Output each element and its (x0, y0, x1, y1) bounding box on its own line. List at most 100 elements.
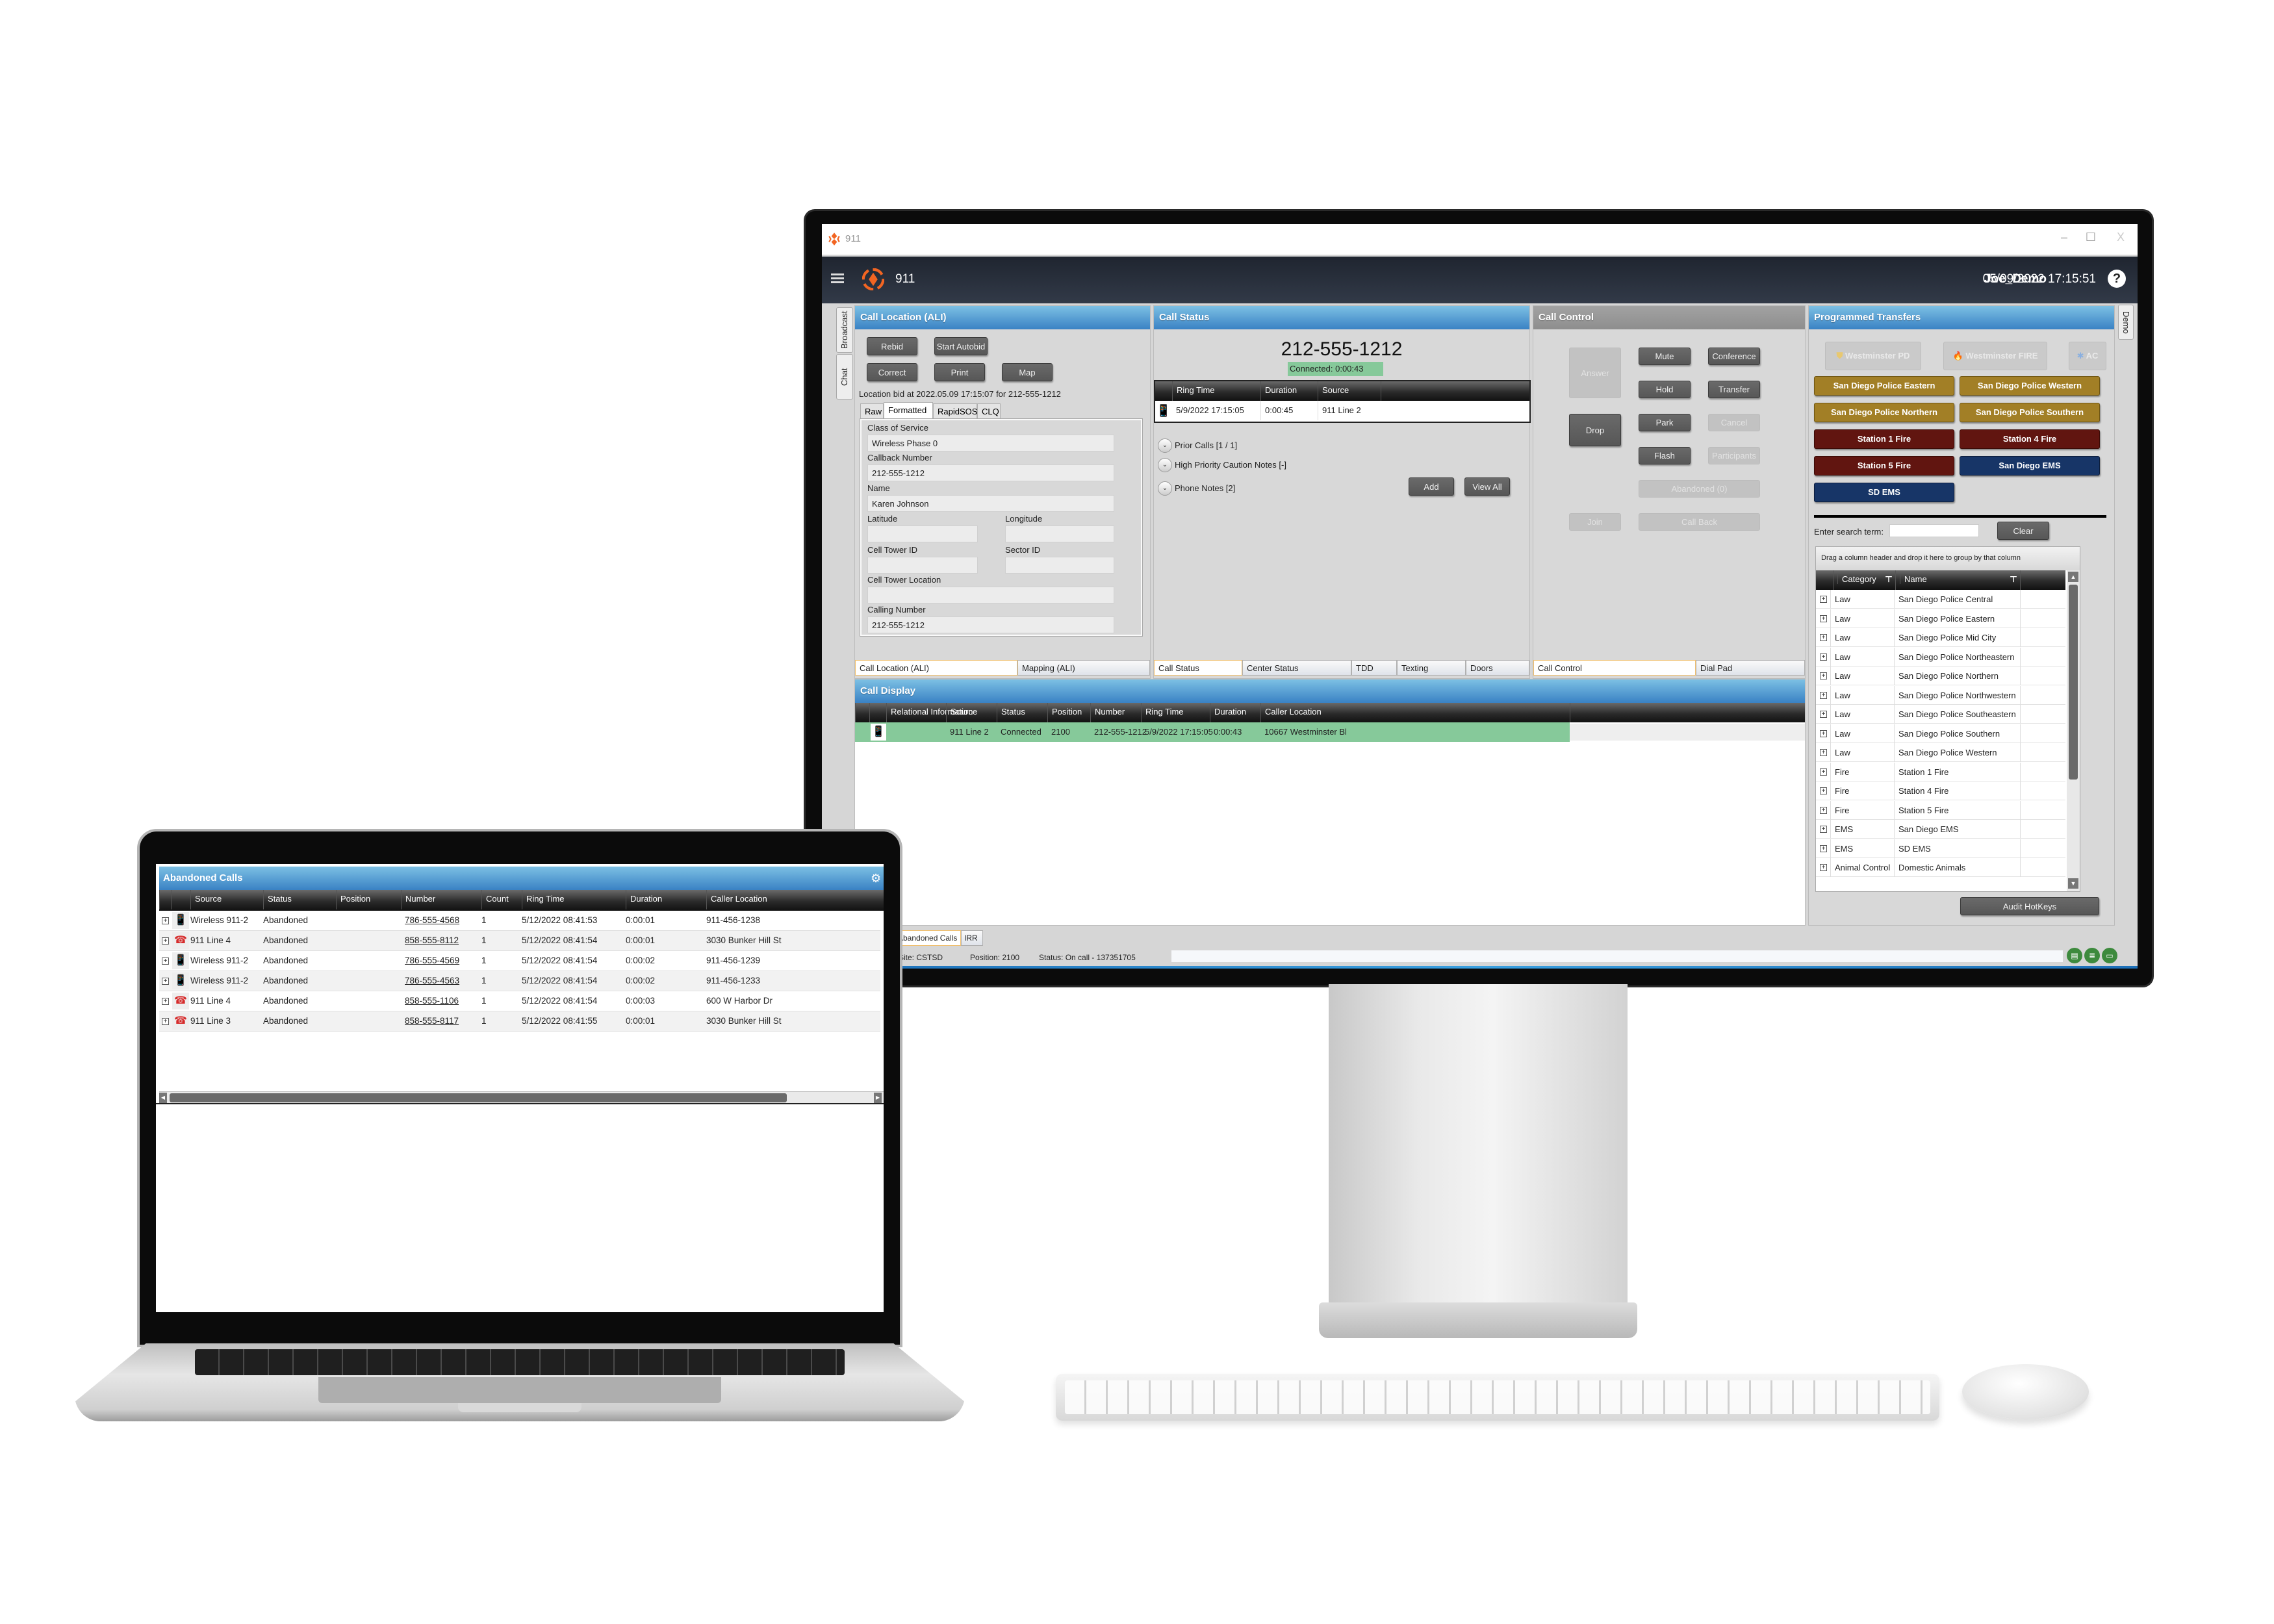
col-ring-time[interactable]: Ring Time (1172, 381, 1215, 401)
col-caller-location[interactable]: Caller Location (1260, 703, 1322, 722)
expand-row-icon[interactable]: + (1820, 768, 1827, 776)
scroll-right-icon[interactable]: ▶ (874, 1093, 882, 1103)
row-number[interactable]: 786-555-4569 (405, 951, 459, 971)
expand-row-icon[interactable]: + (1820, 864, 1827, 871)
expand-row-icon[interactable]: + (162, 958, 169, 965)
caution-notes-label[interactable]: High Priority Caution Notes [-] (1175, 460, 1286, 470)
col-ring-time[interactable]: Ring Time (1141, 703, 1184, 722)
row-number[interactable]: 858-555-8117 (405, 1011, 459, 1031)
workstation-status-icon[interactable]: ▭ (2102, 948, 2117, 963)
abandoned-call-row[interactable]: + ☎ 911 Line 4 Abandoned 858-555-8112 1 5/12/2… (159, 931, 880, 951)
transfer-grid-row[interactable]: + Law San Diego Police Central (1816, 590, 2065, 609)
transfer-westminster-fire[interactable]: 🔥 Westminster FIRE (1943, 342, 2047, 370)
transfer-grid-row[interactable]: + Law San Diego Police Northern (1816, 666, 2065, 685)
close-button[interactable]: X (2117, 231, 2125, 244)
col-source[interactable]: Source (946, 703, 977, 722)
col-duration[interactable]: Duration (626, 890, 662, 909)
col-number[interactable]: Number (401, 890, 435, 909)
col-position[interactable]: Position (1047, 703, 1082, 722)
tab-irr[interactable]: IRR (961, 930, 983, 946)
side-tab-chat[interactable]: Chat (836, 354, 853, 400)
expand-row-icon[interactable]: + (162, 1018, 169, 1025)
scroll-down-icon[interactable]: ▼ (2068, 878, 2078, 889)
view-all-notes-button[interactable]: View All (1464, 477, 1510, 496)
transfer-button[interactable]: San Diego Police Western (1960, 376, 2100, 396)
caution-notes-expand-icon[interactable]: ⌄ (1158, 458, 1172, 472)
transfer-grid-row[interactable]: + Law San Diego Police Mid City (1816, 628, 2065, 647)
col-source[interactable]: Source (1318, 381, 1349, 401)
col-number[interactable]: Number (1090, 703, 1125, 722)
transfer-button[interactable]: San Diego EMS (1960, 456, 2100, 476)
tab-rapidsos[interactable]: RapidSOS (933, 403, 977, 419)
tab-dial-pad[interactable]: Dial Pad (1696, 660, 1805, 676)
tab-call-location-ali[interactable]: Call Location (ALI) (855, 660, 1017, 676)
row-number[interactable]: 786-555-4563 (405, 971, 459, 991)
participants-button[interactable]: Participants (1708, 447, 1760, 464)
transfer-grid-row[interactable]: + EMS San Diego EMS (1816, 820, 2065, 839)
mute-button[interactable]: Mute (1639, 348, 1691, 365)
vertical-scrollbar[interactable]: ▲ ▼ (2067, 570, 2080, 891)
col-category[interactable]: Category ⊤ (1833, 570, 1895, 590)
scroll-left-icon[interactable]: ◀ (159, 1093, 167, 1103)
hamburger-menu-icon[interactable] (831, 273, 844, 284)
tab-clq[interactable]: CLQ (977, 403, 1001, 419)
abandoned-call-row[interactable]: + 📱 Wireless 911-2 Abandoned 786-555-4563 1 5/… (159, 971, 880, 991)
park-button[interactable]: Park (1639, 414, 1691, 431)
expand-row-icon[interactable]: + (1820, 653, 1827, 661)
tab-doors[interactable]: Doors (1466, 660, 1529, 676)
database-status-icon[interactable]: ≣ (2084, 948, 2100, 963)
transfer-button[interactable]: Station 4 Fire (1960, 429, 2100, 449)
tab-raw[interactable]: Raw (860, 403, 884, 419)
transfer-grid-row[interactable]: + Fire Station 1 Fire (1816, 762, 2065, 781)
print-button[interactable]: Print (934, 363, 985, 381)
transfer-ac[interactable]: ✱ AC (2069, 342, 2106, 370)
help-icon[interactable]: ? (2108, 270, 2126, 288)
drop-button[interactable]: Drop (1569, 414, 1621, 446)
side-tab-demo[interactable]: Demo (2118, 305, 2134, 340)
col-source[interactable]: Source (190, 890, 222, 909)
transfer-button[interactable]: Station 5 Fire (1814, 456, 1954, 476)
cancel-button[interactable]: Cancel (1708, 414, 1760, 431)
flash-button[interactable]: Flash (1639, 447, 1691, 464)
filter-icon[interactable]: ⊤ (2010, 570, 2017, 589)
call-back-button[interactable]: Call Back (1639, 513, 1760, 531)
tab-formatted[interactable]: Formatted (884, 402, 933, 419)
transfer-search-input[interactable] (1889, 524, 1979, 537)
col-duration[interactable]: Duration (1260, 381, 1297, 401)
map-button[interactable]: Map (1002, 363, 1053, 381)
transfer-button[interactable]: Station 1 Fire (1814, 429, 1954, 449)
expand-row-icon[interactable]: + (1820, 615, 1827, 622)
abandoned-call-row[interactable]: + 📱 Wireless 911-2 Abandoned 786-555-4569 1 5/… (159, 951, 880, 971)
row-number[interactable]: 858-555-8112 (405, 931, 459, 950)
expand-row-icon[interactable]: + (1820, 749, 1827, 756)
expand-row-icon[interactable]: + (162, 917, 169, 924)
abandoned-call-row[interactable]: + ☎ 911 Line 3 Abandoned 858-555-8117 1 5/12/2… (159, 1011, 880, 1032)
prior-calls-label[interactable]: Prior Calls [1 / 1] (1175, 440, 1237, 450)
clear-search-button[interactable]: Clear (1997, 522, 2049, 540)
transfer-grid-row[interactable]: + Fire Station 4 Fire (1816, 781, 2065, 800)
transfer-westminster-pd[interactable]: ⛊ Westminster PD (1825, 342, 1921, 370)
audit-hotkeys-button[interactable]: Audit HotKeys (1960, 897, 2099, 915)
prior-calls-expand-icon[interactable]: ⌄ (1158, 438, 1172, 453)
transfer-grid-row[interactable]: + Fire Station 5 Fire (1816, 800, 2065, 820)
transfer-grid-row[interactable]: + Law San Diego Police Eastern (1816, 609, 2065, 628)
expand-row-icon[interactable]: + (1820, 730, 1827, 737)
col-status[interactable]: Status (263, 890, 292, 909)
expand-row-icon[interactable]: + (1820, 806, 1827, 814)
expand-row-icon[interactable]: + (162, 998, 169, 1005)
col-position[interactable]: Position (336, 890, 370, 909)
start-autobid-button[interactable]: Start Autobid (934, 337, 988, 355)
correct-button[interactable]: Correct (867, 363, 917, 381)
expand-row-icon[interactable]: + (162, 978, 169, 985)
abandoned-call-row[interactable]: + 📱 Wireless 911-2 Abandoned 786-555-4568 1 5/… (159, 911, 880, 931)
abandoned-call-row[interactable]: + ☎ 911 Line 4 Abandoned 858-555-1106 1 5/12/2… (159, 991, 880, 1011)
transfer-grid-row[interactable]: + Law San Diego Police Southern (1816, 724, 2065, 743)
tab-tdd[interactable]: TDD (1351, 660, 1397, 676)
add-note-button[interactable]: Add (1409, 477, 1454, 496)
transfer-grid-row[interactable]: + EMS SD EMS (1816, 839, 2065, 858)
transfer-grid-row[interactable]: + Law San Diego Police Southeastern (1816, 705, 2065, 724)
expand-row-icon[interactable]: + (162, 937, 169, 945)
expand-row-icon[interactable]: + (1820, 711, 1827, 718)
side-tab-broadcast[interactable]: Broadcast (836, 307, 853, 353)
col-count[interactable]: Count (481, 890, 509, 909)
